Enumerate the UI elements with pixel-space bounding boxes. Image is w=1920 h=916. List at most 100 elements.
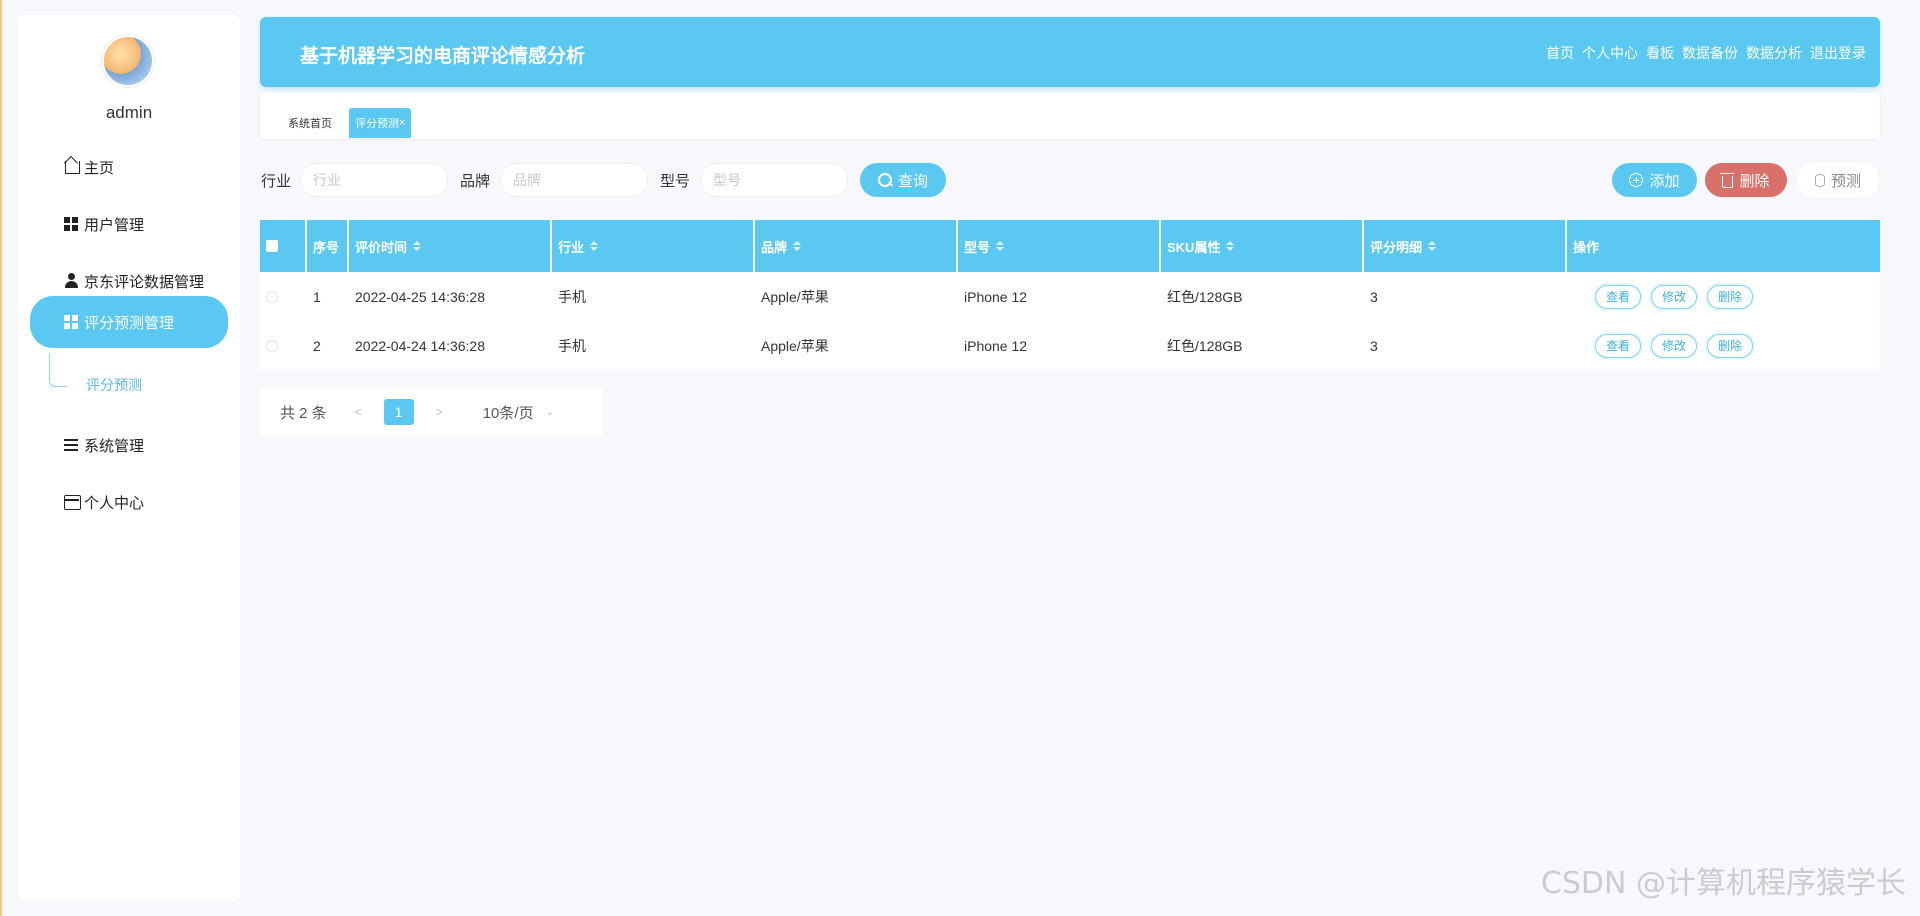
sidebar-item-profile[interactable]: 个人中心: [30, 479, 228, 525]
home-icon: [64, 159, 80, 175]
row-select-cell: [260, 272, 305, 321]
chevron-right-icon[interactable]: >: [436, 405, 443, 419]
add-label: 添加: [1649, 172, 1680, 190]
card-icon: [64, 494, 81, 510]
col-industry[interactable]: 行业: [552, 220, 753, 272]
cell-sku: 红色/128GB: [1167, 288, 1243, 305]
page-number-button[interactable]: 1: [383, 399, 414, 425]
delete-button[interactable]: 删除: [1705, 163, 1787, 197]
chevron-down-icon[interactable]: ⌄: [546, 407, 554, 418]
nav-home[interactable]: 首页: [1546, 43, 1574, 63]
search-icon: [877, 173, 892, 187]
row-radio[interactable]: [266, 339, 278, 352]
col-time[interactable]: 评价时间: [349, 220, 550, 272]
col-sku[interactable]: SKU属性: [1161, 220, 1362, 272]
nav-profile[interactable]: 个人中心: [1582, 43, 1638, 63]
col-score-label: 评分明细: [1370, 239, 1423, 255]
col-industry-label: 行业: [558, 239, 585, 255]
table-body: 1 2022-04-25 14:36:28 手机 Apple/苹果 iPhone…: [260, 272, 1880, 370]
query-label: 查询: [897, 172, 928, 190]
trash-icon: [1720, 172, 1735, 188]
nav-analysis[interactable]: 数据分析: [1746, 43, 1802, 63]
cell-time: 2022-04-25 14:36:28: [355, 288, 485, 305]
predict-button[interactable]: 预测: [1797, 163, 1879, 197]
username: admin: [105, 103, 153, 122]
user-icon: [64, 273, 80, 289]
sort-icon[interactable]: [996, 240, 1005, 252]
col-model[interactable]: 型号: [958, 220, 1159, 272]
window-edge: [0, 0, 2, 916]
filter-label-brand: 品牌: [460, 173, 491, 190]
table-row: 2 2022-04-24 14:36:28 手机 Apple/苹果 iPhone…: [260, 321, 1880, 370]
sort-icon[interactable]: [1428, 240, 1437, 252]
add-button[interactable]: 添加: [1612, 163, 1697, 197]
col-actions-label: 操作: [1573, 239, 1600, 255]
row-delete-button[interactable]: 删除: [1707, 333, 1754, 358]
edit-button[interactable]: 修改: [1651, 284, 1698, 309]
app-title: 基于机器学习的电商评论情感分析: [300, 46, 586, 67]
view-button[interactable]: 查看: [1595, 284, 1642, 309]
cell-actions: 查看 修改 删除: [1589, 272, 1763, 321]
top-header: 基于机器学习的电商评论情感分析 首页 个人中心 看板 数据备份 数据分析 退出登…: [260, 17, 1880, 87]
cell-time: 2022-04-24 14:36:28: [355, 337, 485, 354]
grid-icon: [64, 315, 80, 331]
model-input[interactable]: [700, 163, 848, 197]
predict-label: 预测: [1830, 172, 1861, 190]
cell-brand: Apple/苹果: [761, 337, 829, 354]
nav-logout[interactable]: 退出登录: [1810, 43, 1866, 63]
cell-actions: 查看 修改 删除: [1589, 321, 1763, 370]
sort-icon[interactable]: [793, 240, 802, 252]
sidebar-item-system[interactable]: 系统管理: [30, 422, 228, 468]
col-index: 序号: [307, 220, 347, 272]
sidebar-item-user-management[interactable]: 用户管理: [30, 201, 228, 247]
close-icon[interactable]: ×: [399, 117, 405, 129]
select-all-checkbox[interactable]: [266, 240, 278, 252]
col-time-label: 评价时间: [355, 239, 408, 255]
sidebar-item-home[interactable]: 主页: [30, 144, 228, 190]
cell-score: 3: [1370, 288, 1378, 305]
industry-input[interactable]: [300, 163, 448, 197]
table-row: 1 2022-04-25 14:36:28 手机 Apple/苹果 iPhone…: [260, 272, 1880, 321]
app-root: admin 主页 用户管理 京东评论数据管理 评分预测管理 评分预测 系统管理 …: [0, 0, 1920, 916]
plus-circle-icon: [1629, 173, 1644, 187]
query-button[interactable]: 查询: [860, 163, 946, 197]
cell-index: 2: [313, 337, 321, 354]
avatar[interactable]: [102, 35, 154, 87]
page-size-select[interactable]: 10条/页: [483, 402, 534, 423]
brand-input[interactable]: [500, 163, 648, 197]
cell-model: iPhone 12: [964, 337, 1028, 354]
row-delete-button[interactable]: 删除: [1707, 284, 1754, 309]
cell-industry: 手机: [558, 337, 586, 354]
table-header: 序号 评价时间 行业 品牌 型号 SKU属性 评分明细 操作: [260, 220, 1880, 272]
sidebar-item-score-prediction[interactable]: 评分预测管理: [30, 296, 228, 348]
sidebar-item-label: 评分预测管理: [84, 314, 175, 332]
sort-icon[interactable]: [1226, 240, 1235, 252]
delete-label: 删除: [1739, 172, 1770, 190]
col-brand[interactable]: 品牌: [755, 220, 956, 272]
cell-index: 1: [313, 288, 321, 305]
tab-system-home[interactable]: 系统首页: [282, 108, 338, 138]
tab-score-prediction[interactable]: 评分预测 ×: [349, 108, 412, 138]
edit-button[interactable]: 修改: [1651, 333, 1698, 358]
view-button[interactable]: 查看: [1595, 333, 1642, 358]
sort-icon[interactable]: [413, 240, 422, 252]
cell-model: iPhone 12: [964, 288, 1028, 305]
col-index-label: 序号: [313, 239, 340, 255]
cell-score: 3: [1370, 337, 1378, 354]
nav-backup[interactable]: 数据备份: [1682, 43, 1738, 63]
col-actions: 操作: [1567, 220, 1880, 272]
sidebar-subitem-score-prediction[interactable]: 评分预测: [86, 375, 142, 395]
tab-label: 评分预测: [355, 118, 399, 130]
tab-bar: 系统首页 评分预测 ×: [260, 93, 1880, 139]
col-score[interactable]: 评分明细: [1364, 220, 1565, 272]
database-icon: [1814, 173, 1825, 187]
sort-icon[interactable]: [590, 240, 599, 252]
grid-icon: [64, 217, 80, 233]
row-radio[interactable]: [266, 290, 278, 303]
data-table: 序号 评价时间 行业 品牌 型号 SKU属性 评分明细 操作 1 2022-04…: [260, 220, 1880, 370]
nav-dashboard[interactable]: 看板: [1646, 43, 1674, 63]
pagination: 共 2 条 < 1 > 10条/页 ⌄: [260, 388, 603, 436]
chevron-left-icon[interactable]: <: [355, 405, 362, 419]
sidebar-item-label: 个人中心: [84, 494, 145, 512]
list-icon: [64, 437, 80, 453]
